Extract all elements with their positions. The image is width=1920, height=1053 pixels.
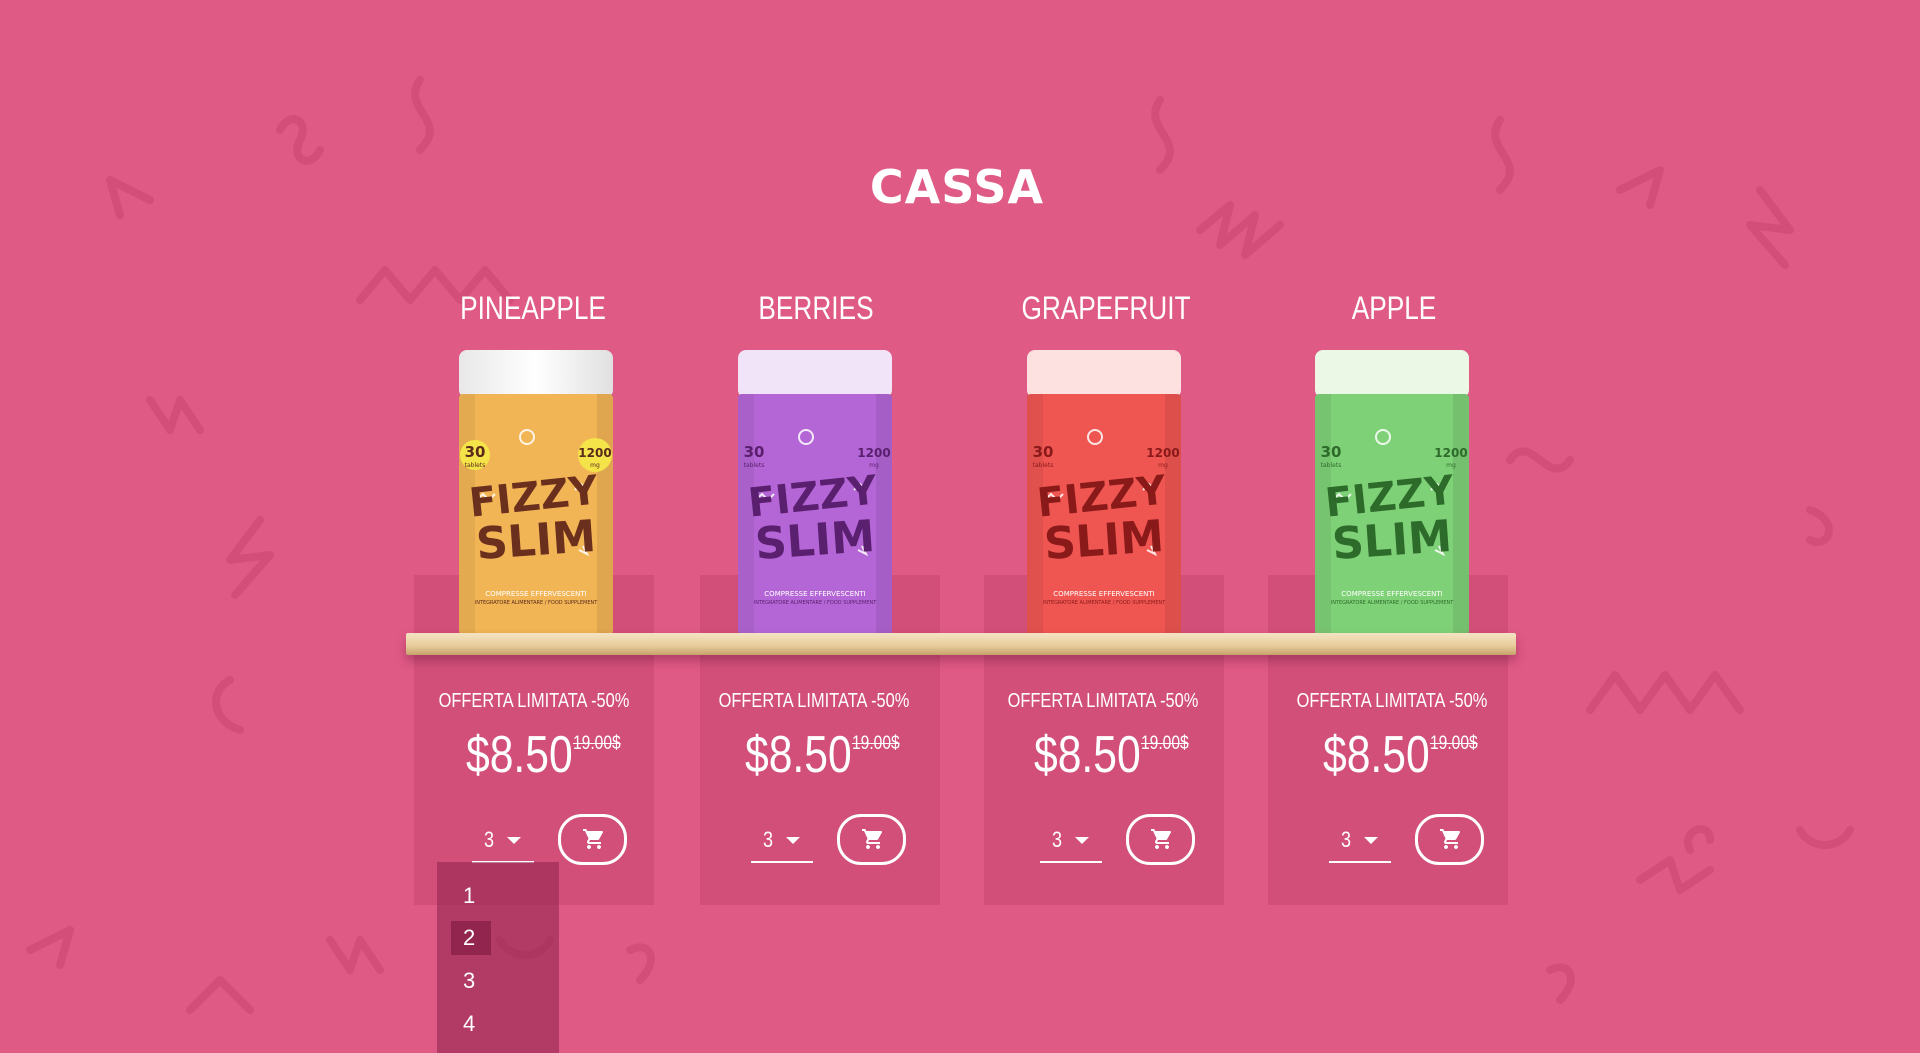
- cart-icon: [1440, 829, 1461, 849]
- quantity-value: 3: [484, 827, 495, 852]
- offer-text: OFFERTA LIMITATA -50%: [1296, 690, 1488, 712]
- quantity-dropdown-menu: 1 2 3 4: [437, 862, 559, 1053]
- jar-brand-bottom: SLIM: [1042, 511, 1165, 570]
- jar-tagline: COMPRESSE EFFERVESCENTI: [1341, 590, 1442, 598]
- caret-down-icon: [786, 837, 800, 844]
- quantity-select[interactable]: 3: [1329, 823, 1391, 863]
- dropdown-option[interactable]: 3: [451, 964, 491, 998]
- jar-mg: 1200: [857, 446, 890, 460]
- old-price: 19.00$: [1430, 733, 1478, 754]
- product-name: GRAPEFRUIT: [1021, 290, 1191, 326]
- dropdown-option[interactable]: 1: [451, 879, 491, 913]
- price: $8.50: [745, 726, 852, 784]
- jar-tablets-label: tablets: [1033, 462, 1054, 469]
- caret-down-icon: [507, 837, 521, 844]
- jar-subline: INTEGRATORE ALIMENTARE / FOOD SUPPLEMENT: [475, 600, 599, 606]
- product-name: APPLE: [1351, 290, 1437, 326]
- offer-text: OFFERTA LIMITATA -50%: [718, 690, 910, 712]
- jar-brand-bottom: SLIM: [1330, 511, 1453, 570]
- old-price: 19.00$: [852, 733, 900, 754]
- product-jar-image: 30 tablets 1200 mg FIZZY SLIM COMPRESSE …: [459, 350, 613, 635]
- jar-tagline: COMPRESSE EFFERVESCENTI: [1053, 590, 1154, 598]
- jar-brand-bottom: SLIM: [753, 511, 876, 570]
- quantity-value: 3: [1052, 827, 1063, 852]
- jar-tagline: COMPRESSE EFFERVESCENTI: [485, 590, 586, 598]
- price: $8.50: [1034, 726, 1141, 784]
- jar-mg: 1200: [1146, 446, 1179, 460]
- product-jar-image: 30 tablets 1200 mg FIZZY SLIM COMPRESSE …: [1027, 350, 1181, 635]
- jar-subline: INTEGRATORE ALIMENTARE / FOOD SUPPLEMENT: [754, 600, 878, 606]
- jar-tablets-label: tablets: [465, 462, 486, 469]
- add-to-cart-button[interactable]: [837, 814, 906, 865]
- jar-tablets: 30: [1033, 443, 1054, 461]
- wooden-shelf: [406, 633, 1516, 655]
- cart-icon: [583, 829, 604, 849]
- jar-tablets: 30: [744, 443, 765, 461]
- offer-text: OFFERTA LIMITATA -50%: [1007, 690, 1199, 712]
- caret-down-icon: [1364, 837, 1378, 844]
- add-to-cart-button[interactable]: [1126, 814, 1195, 865]
- jar-tablets: 30: [1321, 443, 1342, 461]
- jar-tablets-label: tablets: [744, 462, 765, 469]
- product-name: BERRIES: [758, 290, 874, 326]
- jar-mg: 1200: [578, 446, 611, 460]
- quantity-select[interactable]: 3: [472, 823, 534, 863]
- caret-down-icon: [1075, 837, 1089, 844]
- jar-tablets-label: tablets: [1321, 462, 1342, 469]
- jar-tablets: 30: [465, 443, 486, 461]
- old-price: 19.00$: [1141, 733, 1189, 754]
- cart-icon: [862, 829, 883, 849]
- page-title: CASSA: [869, 160, 1045, 214]
- background-doodles: [26, 76, 1854, 1014]
- quantity-value: 3: [763, 827, 774, 852]
- jar-mg: 1200: [1434, 446, 1467, 460]
- jar-brand-bottom: SLIM: [474, 511, 597, 570]
- price: $8.50: [466, 726, 573, 784]
- jar-subline: INTEGRATORE ALIMENTARE / FOOD SUPPLEMENT: [1043, 600, 1167, 606]
- add-to-cart-button[interactable]: [558, 814, 627, 865]
- add-to-cart-button[interactable]: [1415, 814, 1484, 865]
- product-name: PINEAPPLE: [460, 290, 606, 326]
- jar-subline: INTEGRATORE ALIMENTARE / FOOD SUPPLEMENT: [1331, 600, 1455, 606]
- product-jar-image: 30 tablets 1200 mg FIZZY SLIM COMPRESSE …: [738, 350, 892, 635]
- cart-icon: [1151, 829, 1172, 849]
- old-price: 19.00$: [573, 733, 621, 754]
- quantity-select[interactable]: 3: [1040, 823, 1102, 863]
- quantity-select[interactable]: 3: [751, 823, 813, 863]
- dropdown-option-highlighted[interactable]: 2: [451, 921, 491, 955]
- offer-text: OFFERTA LIMITATA -50%: [438, 690, 630, 712]
- dropdown-option[interactable]: 4: [451, 1007, 491, 1041]
- jar-tagline: COMPRESSE EFFERVESCENTI: [764, 590, 865, 598]
- price: $8.50: [1323, 726, 1430, 784]
- quantity-value: 3: [1341, 827, 1352, 852]
- product-jar-image: 30 tablets 1200 mg FIZZY SLIM COMPRESSE …: [1315, 350, 1469, 635]
